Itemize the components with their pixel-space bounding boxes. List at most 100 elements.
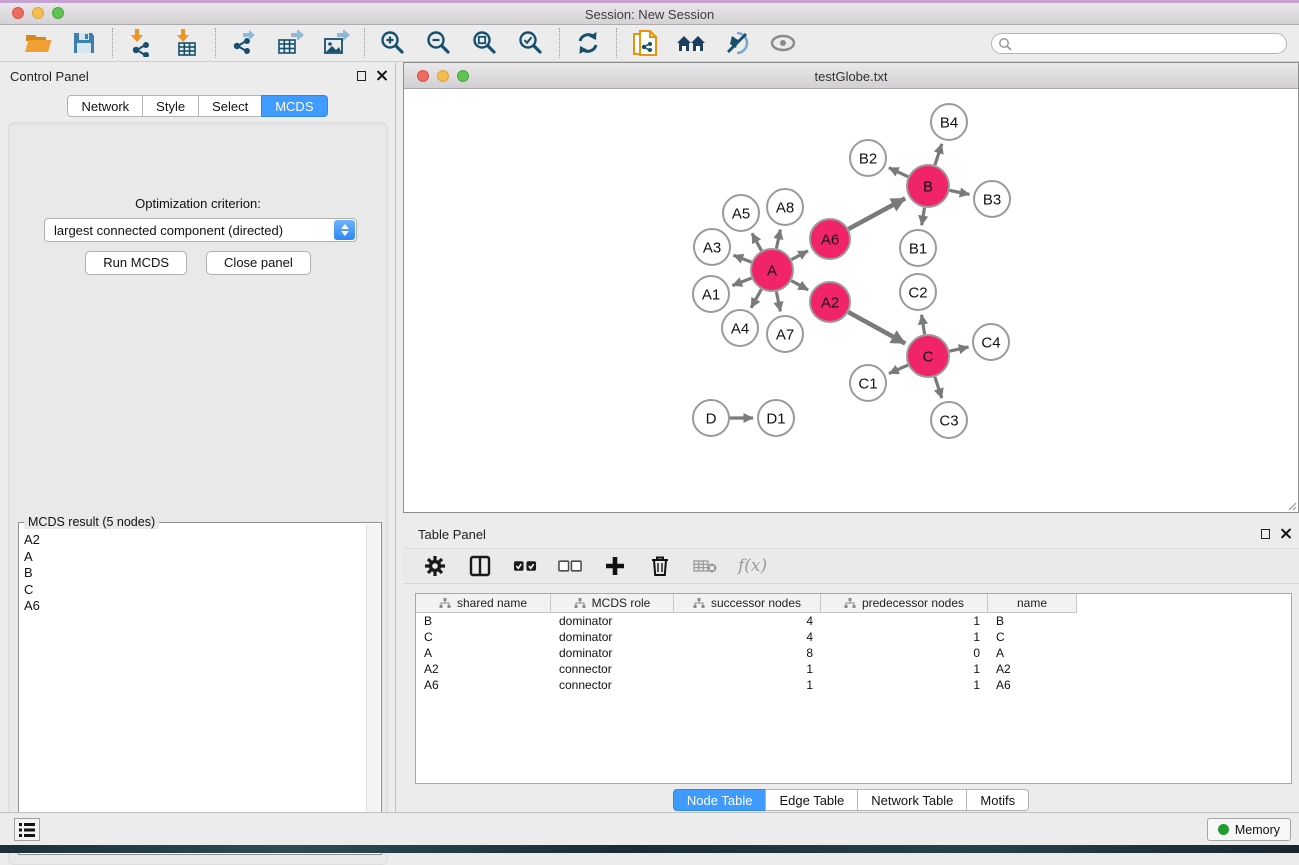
- float-panel-icon[interactable]: [357, 71, 366, 81]
- zoom-selected-icon[interactable]: [516, 28, 546, 58]
- graph-edge-A2-C: [848, 312, 905, 343]
- duplicate-network-icon[interactable]: [630, 28, 660, 58]
- tab-edge-table[interactable]: Edge Table: [765, 789, 858, 811]
- tab-select[interactable]: Select: [198, 95, 262, 117]
- open-session-icon[interactable]: [23, 28, 53, 58]
- search-input[interactable]: [991, 33, 1287, 54]
- float-table-panel-icon[interactable]: [1261, 529, 1270, 539]
- graph-node-C4[interactable]: C4: [973, 324, 1009, 360]
- graph-node-A1[interactable]: A1: [693, 276, 729, 312]
- graph-node-B1[interactable]: B1: [900, 230, 936, 266]
- svg-text:C2: C2: [908, 284, 927, 301]
- mcds-result-item[interactable]: A2: [24, 532, 365, 549]
- graph-node-B2[interactable]: B2: [850, 140, 886, 176]
- table-row[interactable]: A2connector11A2: [416, 661, 1291, 677]
- graph-node-C3[interactable]: C3: [931, 402, 967, 438]
- export-image-icon[interactable]: [321, 28, 351, 58]
- graph-node-A8[interactable]: A8: [767, 189, 803, 225]
- column-header-MCDS-role[interactable]: MCDS role: [551, 594, 674, 612]
- graph-node-C[interactable]: C: [907, 335, 949, 377]
- table-row[interactable]: Bdominator41B: [416, 613, 1291, 629]
- import-network-icon[interactable]: [126, 28, 156, 58]
- tab-mcds[interactable]: MCDS: [261, 95, 327, 117]
- zoom-in-icon[interactable]: [378, 28, 408, 58]
- run-mcds-button[interactable]: Run MCDS: [85, 251, 187, 275]
- resize-grip[interactable]: [1285, 499, 1297, 511]
- close-panel-icon[interactable]: [376, 70, 387, 81]
- table-row[interactable]: Cdominator41C: [416, 629, 1291, 645]
- column-header-successor-nodes[interactable]: successor nodes: [674, 594, 821, 612]
- graph-node-B4[interactable]: B4: [931, 104, 967, 140]
- attribute-type-icon: [693, 598, 705, 609]
- delete-column-icon[interactable]: [648, 554, 672, 578]
- graph-node-D1[interactable]: D1: [758, 400, 794, 436]
- tab-style[interactable]: Style: [142, 95, 199, 117]
- main-toolbar: [0, 25, 1299, 62]
- close-panel-button[interactable]: Close panel: [206, 251, 311, 275]
- graph-node-C2[interactable]: C2: [900, 274, 936, 310]
- tab-network-table[interactable]: Network Table: [857, 789, 967, 811]
- graph-edge-B-B2: [889, 168, 908, 177]
- refresh-icon[interactable]: [573, 28, 603, 58]
- svg-text:A7: A7: [776, 326, 794, 343]
- tab-network[interactable]: Network: [67, 95, 143, 117]
- graph-node-A5[interactable]: A5: [723, 195, 759, 231]
- graph-node-B3[interactable]: B3: [974, 181, 1010, 217]
- close-table-panel-icon[interactable]: [1280, 528, 1291, 539]
- graph-edge-A-A4: [751, 289, 761, 308]
- column-header-name[interactable]: name: [988, 594, 1077, 612]
- svg-text:C: C: [923, 348, 934, 365]
- table-row[interactable]: Adominator80A: [416, 645, 1291, 661]
- mcds-result-item[interactable]: A: [24, 549, 365, 566]
- graph-node-A4[interactable]: A4: [722, 310, 758, 346]
- graph-node-A6[interactable]: A6: [810, 219, 850, 259]
- mcds-result-item[interactable]: A6: [24, 598, 365, 615]
- home-icon[interactable]: [676, 28, 706, 58]
- scrollbar-track[interactable]: [366, 524, 380, 853]
- graph-node-A2[interactable]: A2: [810, 282, 850, 322]
- deselect-all-icon[interactable]: [558, 554, 582, 578]
- memory-label: Memory: [1235, 823, 1280, 837]
- task-history-button[interactable]: [14, 818, 40, 841]
- svg-text:C1: C1: [858, 375, 877, 392]
- column-header-shared-name[interactable]: shared name: [416, 594, 551, 612]
- criterion-value: largest connected component (directed): [54, 223, 283, 238]
- hide-graphics-details-icon[interactable]: [722, 28, 752, 58]
- memory-button[interactable]: Memory: [1207, 818, 1291, 841]
- list-icon: [18, 822, 36, 838]
- column-header-predecessor-nodes[interactable]: predecessor nodes: [821, 594, 988, 612]
- table-header-row: shared nameMCDS rolesuccessor nodesprede…: [416, 594, 1077, 613]
- graph-node-D[interactable]: D: [693, 400, 729, 436]
- table-panel: Table Panel: [403, 520, 1299, 812]
- function-builder-icon[interactable]: f(x): [738, 556, 767, 576]
- eye-icon[interactable]: [768, 28, 798, 58]
- mcds-result-item[interactable]: C: [24, 582, 365, 599]
- cell: 1: [821, 630, 988, 644]
- export-network-icon[interactable]: [229, 28, 259, 58]
- network-canvas[interactable]: A A1 A2 A3 A4 A5 A6 A7 A8 B B1 B2 B3 B4 C C1 C2 C3 C4 D D1: [404, 89, 1298, 512]
- mcds-result-item[interactable]: B: [24, 565, 365, 582]
- cell: connector: [551, 662, 674, 676]
- zoom-fit-icon[interactable]: [470, 28, 500, 58]
- graph-node-C1[interactable]: C1: [850, 365, 886, 401]
- control-panel: Control Panel NetworkStyleSelectMCDS Opt…: [0, 62, 396, 812]
- cell: A6: [416, 678, 551, 692]
- tab-motifs[interactable]: Motifs: [966, 789, 1029, 811]
- graph-node-A[interactable]: A: [751, 249, 793, 291]
- graph-node-A3[interactable]: A3: [694, 229, 730, 265]
- table-row[interactable]: A6connector11A6: [416, 677, 1291, 693]
- graph-node-A7[interactable]: A7: [767, 316, 803, 352]
- zoom-out-icon[interactable]: [424, 28, 454, 58]
- delete-table-icon[interactable]: [693, 554, 717, 578]
- export-table-icon[interactable]: [275, 28, 305, 58]
- criterion-dropdown[interactable]: largest connected component (directed): [44, 218, 357, 242]
- select-all-icon[interactable]: [513, 554, 537, 578]
- tab-node-table[interactable]: Node Table: [673, 789, 767, 811]
- network-window-titlebar[interactable]: testGlobe.txt: [404, 63, 1298, 89]
- split-view-icon[interactable]: [468, 554, 492, 578]
- import-table-icon[interactable]: [172, 28, 202, 58]
- save-session-icon[interactable]: [69, 28, 99, 58]
- graph-node-B[interactable]: B: [907, 165, 949, 207]
- add-column-icon[interactable]: [603, 554, 627, 578]
- settings-gear-icon[interactable]: [423, 554, 447, 578]
